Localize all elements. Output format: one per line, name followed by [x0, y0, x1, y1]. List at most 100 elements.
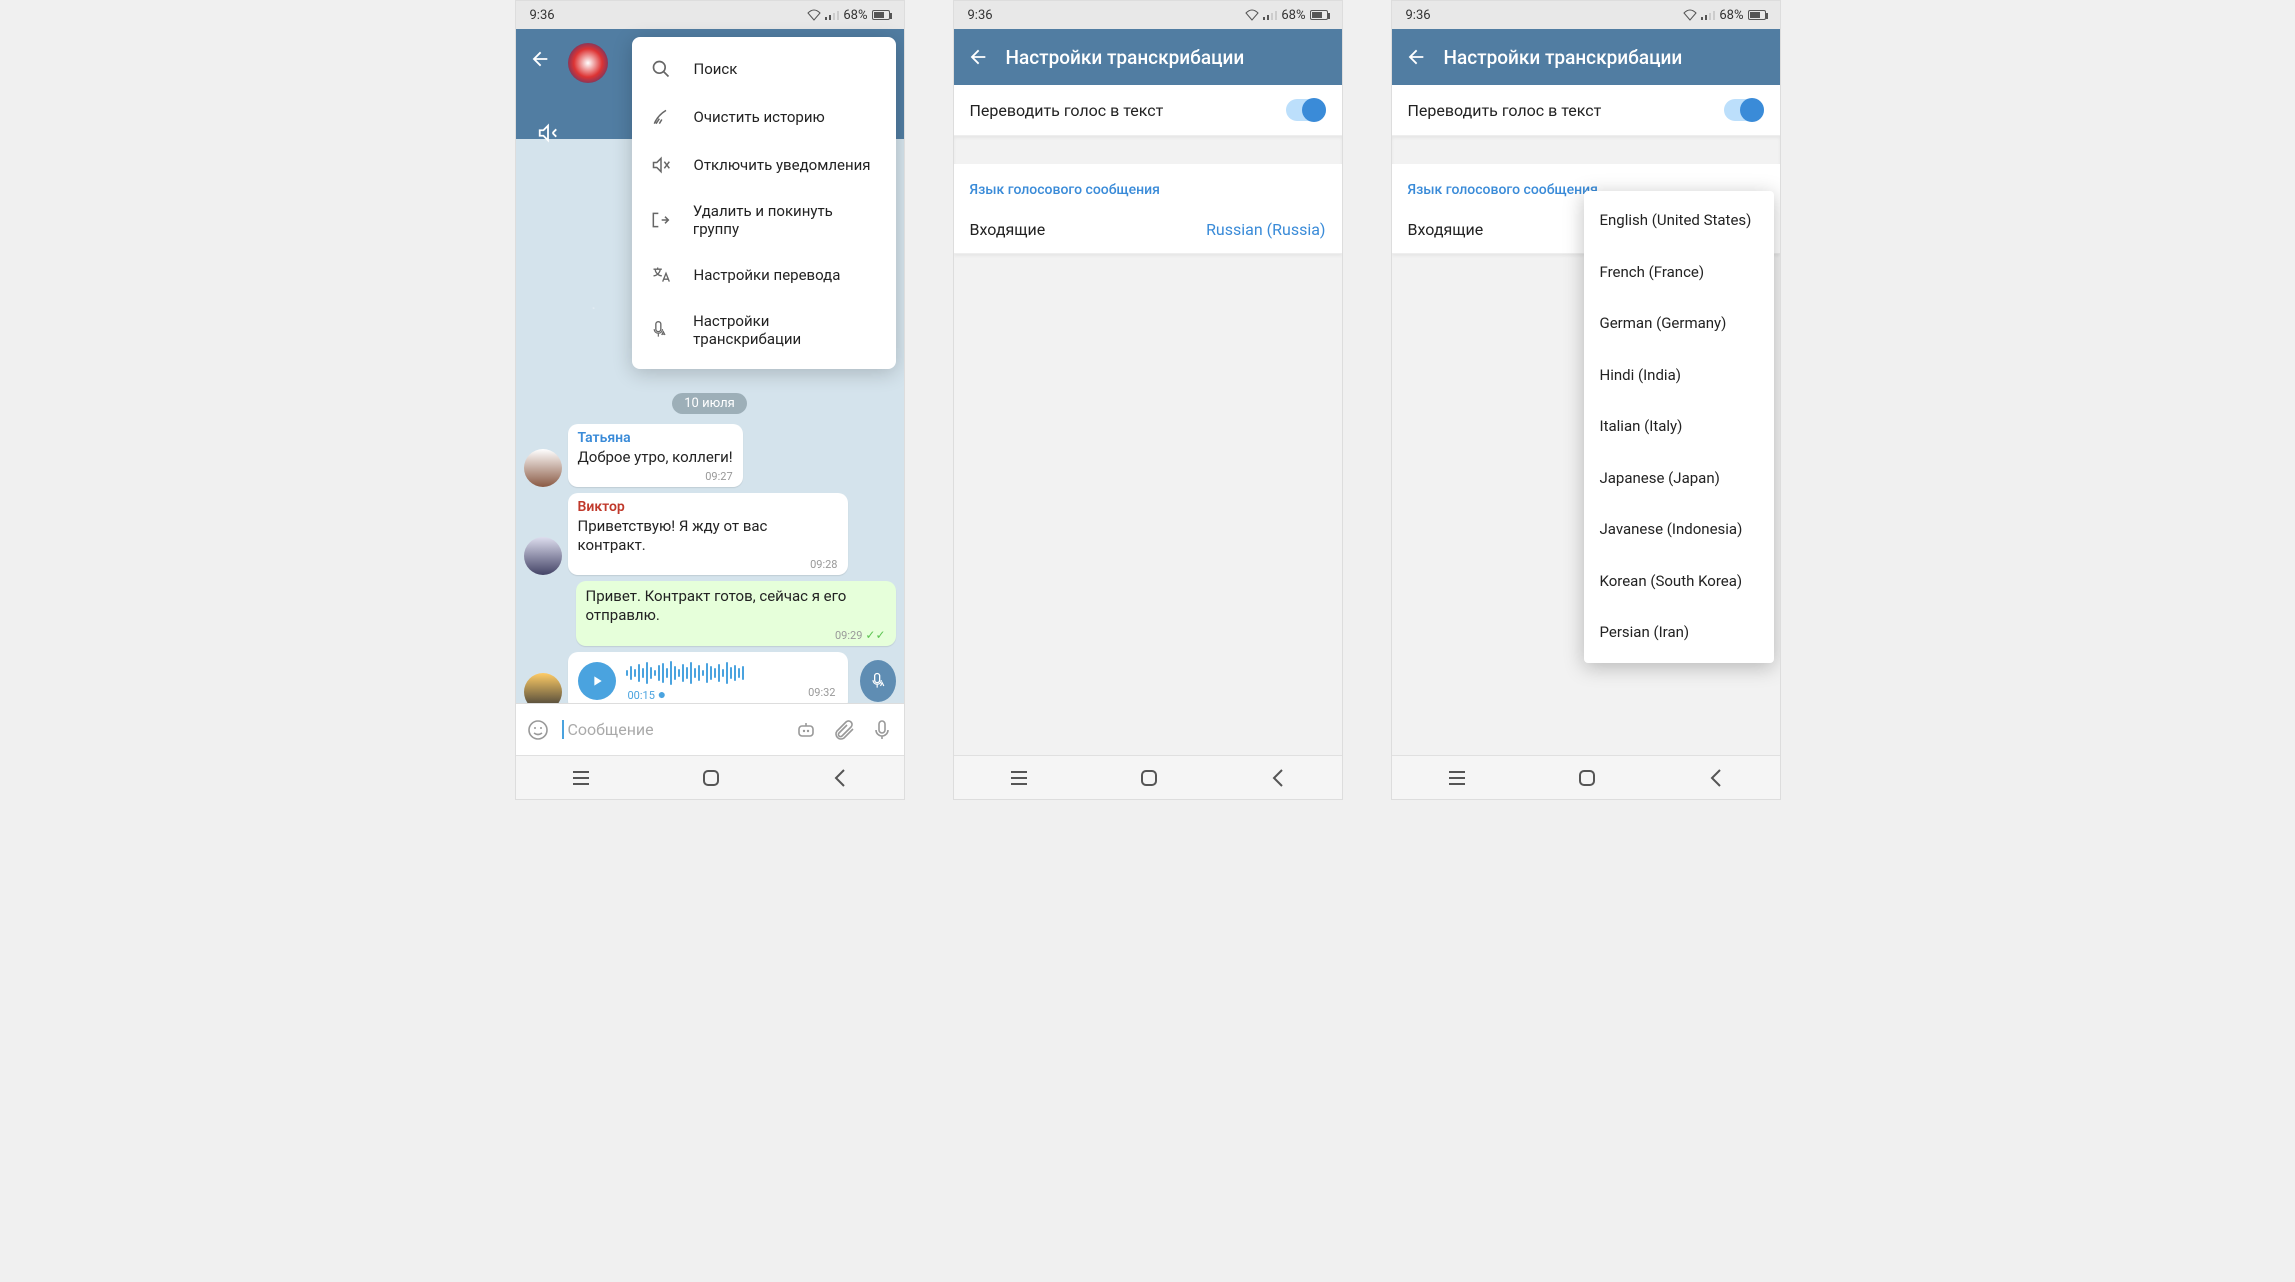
language-option[interactable]: French (France) [1584, 247, 1774, 299]
avatar[interactable] [524, 537, 562, 575]
chat-options-menu: Поиск Очистить историю Отключить уведомл… [632, 37, 896, 369]
section-spacer [1392, 136, 1780, 164]
signal-icon [1701, 10, 1715, 20]
message-row: Татьяна Доброе утро, коллеги! 09:27 [524, 424, 896, 487]
menu-item-leave-group[interactable]: Удалить и покинуть группу [632, 189, 896, 251]
menu-label: Очистить историю [694, 108, 825, 126]
menu-label: Поиск [694, 60, 738, 78]
incoming-language-row[interactable]: Входящие Russian (Russia) [954, 206, 1342, 254]
menu-label: Удалить и покинуть группу [693, 202, 878, 238]
transcribe-fab[interactable] [860, 660, 896, 702]
menu-item-mute[interactable]: Отключить уведомления [632, 141, 896, 189]
waveform[interactable] [626, 660, 838, 686]
status-right: 68% [807, 8, 889, 23]
voice-duration: 00:15 ● [628, 686, 667, 703]
toggle-voice-to-text-row[interactable]: Переводить голос в текст [954, 85, 1342, 136]
message-row: Виктор Приветствую! Я жду от вас контрак… [524, 493, 896, 575]
status-right: 68% [1683, 8, 1765, 23]
language-option[interactable]: German (Germany) [1584, 298, 1774, 350]
language-option[interactable]: Hindi (India) [1584, 350, 1774, 402]
status-bar: 9:36 68% [954, 1, 1342, 29]
avatar[interactable] [524, 449, 562, 487]
back-button[interactable] [1404, 45, 1428, 69]
status-time: 9:36 [530, 8, 555, 23]
voice-bubble[interactable]: 00:15 ● 09:32 [568, 652, 848, 704]
message-row-own: Привет. Контракт готов, сейчас я его отп… [524, 581, 896, 646]
toggle-switch[interactable] [1286, 99, 1326, 121]
back-button[interactable] [966, 45, 990, 69]
nav-home[interactable] [1577, 768, 1597, 788]
battery-text: 68% [843, 8, 867, 23]
battery-text: 68% [1281, 8, 1305, 23]
unmute-icon[interactable] [528, 113, 568, 153]
battery-icon [872, 10, 890, 20]
android-nav-bar [516, 755, 904, 799]
settings-header: Настройки транскрибации [954, 29, 1342, 85]
back-button[interactable] [528, 47, 552, 71]
read-checks-icon: ✓✓ [865, 628, 885, 642]
page-title: Настройки транскрибации [1444, 46, 1683, 69]
play-button[interactable] [578, 662, 616, 700]
toggle-voice-to-text-row[interactable]: Переводить голос в текст [1392, 85, 1780, 136]
android-nav-bar [1392, 755, 1780, 799]
toggle-switch[interactable] [1724, 99, 1764, 121]
mic-icon[interactable] [868, 716, 896, 744]
language-option[interactable]: Javanese (Indonesia) [1584, 504, 1774, 556]
emoji-icon[interactable] [524, 716, 552, 744]
phone-screen-2: 9:36 68% Настройки транскрибации Перевод… [953, 0, 1343, 800]
phone-screen-3: 9:36 68% Настройки транскрибации Перевод… [1391, 0, 1781, 800]
avatar[interactable] [524, 673, 562, 704]
voice-message-row: 00:15 ● 09:32 [524, 652, 896, 704]
battery-icon [1748, 10, 1766, 20]
date-pill: 10 июля [672, 393, 747, 414]
leave-icon [650, 209, 671, 231]
nav-recents[interactable] [571, 770, 591, 786]
nav-recents[interactable] [1009, 770, 1029, 786]
message-bubble-own[interactable]: Привет. Контракт готов, сейчас я его отп… [576, 581, 896, 646]
menu-label: Отключить уведомления [694, 156, 871, 174]
mic-aa-icon [650, 319, 672, 341]
language-option[interactable]: English (United States) [1584, 195, 1774, 247]
chat-avatar[interactable] [568, 43, 608, 83]
battery-text: 68% [1719, 8, 1743, 23]
status-time: 9:36 [968, 8, 993, 23]
message-time: 09:29✓✓ [586, 628, 886, 642]
bot-icon[interactable] [792, 716, 820, 744]
android-nav-bar [954, 755, 1342, 799]
menu-item-clear-history[interactable]: Очистить историю [632, 93, 896, 141]
language-option[interactable]: Japanese (Japan) [1584, 453, 1774, 505]
phone-screen-1: 9:36 68% Поиск Очистить историю [515, 0, 905, 800]
language-option[interactable]: Italian (Italy) [1584, 401, 1774, 453]
menu-label: Настройки транскрибации [693, 312, 877, 348]
translate-icon [650, 264, 672, 286]
message-time: 09:28 [578, 558, 838, 571]
section-spacer [954, 136, 1342, 164]
sender-name: Татьяна [578, 430, 733, 446]
search-icon [650, 58, 672, 80]
nav-back[interactable] [1270, 768, 1286, 788]
wifi-icon [807, 9, 821, 21]
message-input-bar: Сообщение [516, 703, 904, 755]
message-bubble[interactable]: Виктор Приветствую! Я жду от вас контрак… [568, 493, 848, 575]
nav-back[interactable] [1708, 768, 1724, 788]
menu-item-transcribe-settings[interactable]: Настройки транскрибации [632, 299, 896, 361]
nav-home[interactable] [1139, 768, 1159, 788]
voice-time: 09:32 [808, 686, 835, 703]
nav-recents[interactable] [1447, 770, 1467, 786]
message-input[interactable]: Сообщение [562, 720, 782, 739]
menu-item-translate-settings[interactable]: Настройки перевода [632, 251, 896, 299]
signal-icon [1263, 10, 1277, 20]
message-bubble[interactable]: Татьяна Доброе утро, коллеги! 09:27 [568, 424, 743, 487]
language-option[interactable]: Korean (South Korea) [1584, 556, 1774, 608]
section-header: Язык голосового сообщения [954, 164, 1342, 206]
nav-back[interactable] [832, 768, 848, 788]
menu-item-search[interactable]: Поиск [632, 45, 896, 93]
message-text: Доброе утро, коллеги! [578, 448, 733, 468]
wifi-icon [1683, 9, 1697, 21]
settings-body: Переводить голос в текст Язык голосового… [954, 85, 1342, 755]
page-title: Настройки транскрибации [1006, 46, 1245, 69]
status-bar: 9:36 68% [516, 1, 904, 29]
attach-icon[interactable] [830, 716, 858, 744]
language-option[interactable]: Persian (Iran) [1584, 607, 1774, 659]
nav-home[interactable] [701, 768, 721, 788]
